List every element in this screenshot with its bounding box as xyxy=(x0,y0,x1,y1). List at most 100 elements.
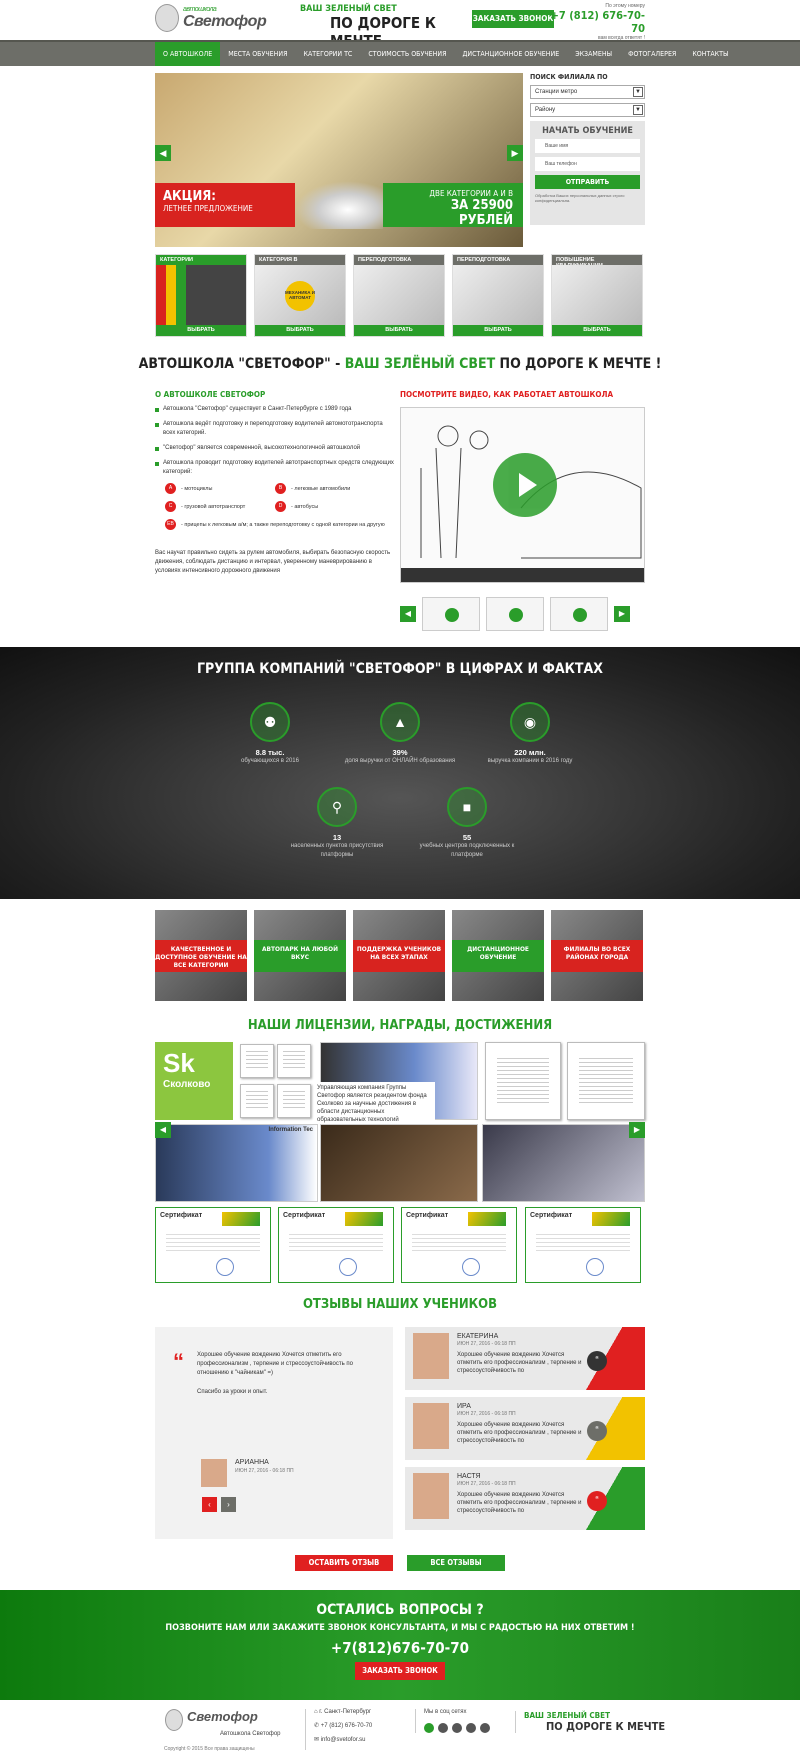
license-doc[interactable] xyxy=(240,1044,274,1078)
callout-phone[interactable]: +7(812)676-70-70 xyxy=(0,1639,800,1657)
phone-block: По этому номеру +7 (812) 676-70-70 вам в… xyxy=(545,3,645,41)
qualification-image xyxy=(552,265,642,325)
name-field[interactable]: Ваше имя xyxy=(535,139,640,153)
feature-tile[interactable]: ФИЛИАЛЫ ВО ВСЕХ РАЙОНАХ ГОРОДА xyxy=(551,910,643,1001)
video-controls[interactable] xyxy=(401,568,644,582)
offer-banner: ДВЕ КАТЕГОРИИ А И В ЗА 25900 РУБЛЕЙ xyxy=(383,183,523,228)
next-arrow-icon[interactable]: › xyxy=(221,1497,236,1512)
stat-value: 13 xyxy=(332,833,342,842)
card-title: ПЕРЕПОДГОТОВКА xyxy=(453,255,543,265)
choose-button[interactable]: ВЫБРАТЬ xyxy=(453,325,543,336)
next-arrow-icon[interactable]: ▶ xyxy=(614,606,630,622)
phone-field[interactable]: Ваш телефон xyxy=(535,157,640,171)
social-icon[interactable] xyxy=(438,1723,448,1733)
classroom-photo[interactable] xyxy=(482,1124,645,1202)
callout-call-button[interactable]: ЗАКАЗАТЬ ЗВОНОК xyxy=(355,1662,445,1680)
play-icon[interactable] xyxy=(493,453,557,517)
district-select[interactable]: Району ▼ xyxy=(530,103,645,117)
social-icon[interactable] xyxy=(466,1723,476,1733)
certificate[interactable]: Сертификат xyxy=(278,1207,394,1283)
nav-item-exams[interactable]: ЭКЗАМЕНЫ xyxy=(567,42,620,66)
send-button[interactable]: ОТПРАВИТЬ xyxy=(535,175,640,189)
stat-desc: доля выручки от ОНЛАЙН образования xyxy=(344,758,456,764)
review-card[interactable]: ЕКАТЕРИНА ИЮН 27, 2016 - 06:18 ПП Хороше… xyxy=(405,1327,645,1390)
social-icon[interactable] xyxy=(480,1723,490,1733)
certificate[interactable]: Сертификат xyxy=(525,1207,641,1283)
social-title: Мы в соц сетях xyxy=(424,1709,467,1715)
social-icon[interactable] xyxy=(424,1723,434,1733)
social-icon[interactable] xyxy=(452,1723,462,1733)
footer-slogan-bottom: ПО ДОРОГЕ К МЕЧТЕ xyxy=(546,1720,666,1733)
prev-arrow-icon[interactable]: ◀ xyxy=(400,606,416,622)
footer-city: ⌂ г. Санкт-Петербург xyxy=(314,1709,405,1715)
footer-phone[interactable]: ✆ +7 (812) 676-70-70 xyxy=(314,1722,405,1729)
feature-label: КАЧЕСТВЕННОЕ И ДОСТУПНОЕ ОБУЧЕНИЕ НА ВСЕ… xyxy=(155,940,247,972)
nav-item-locations[interactable]: МЕСТА ОБУЧЕНИЯ xyxy=(220,42,295,66)
stat-desc: обучающихся в 2016 xyxy=(241,758,299,764)
logo[interactable]: автошкола Светофор xyxy=(155,4,300,36)
hero-next-arrow-icon[interactable]: ▶ xyxy=(507,145,523,161)
nav-item-categories[interactable]: КАТЕГОРИИ ТС xyxy=(295,42,360,66)
license-doc[interactable] xyxy=(277,1084,311,1118)
stripe-icon xyxy=(345,1212,383,1226)
growth-chart-icon: ▲ xyxy=(380,702,420,742)
category-card[interactable]: КАТЕГОРИИ ВЫБРАТЬ xyxy=(155,254,247,337)
choose-button[interactable]: ВЫБРАТЬ xyxy=(156,325,246,336)
nav-item-contacts[interactable]: КОНТАКТЫ xyxy=(684,42,736,66)
feature-tile[interactable]: АВТОПАРК НА ЛЮБОЙ ВКУС xyxy=(254,910,346,1001)
feature-tile[interactable]: ПОДДЕРЖКА УЧЕНИКОВ НА ВСЕХ ЭТАПАХ xyxy=(353,910,445,1001)
feature-tile[interactable]: ДИСТАНЦИОННОЕ ОБУЧЕНИЕ xyxy=(452,910,544,1001)
license-doc[interactable] xyxy=(277,1044,311,1078)
next-arrow-icon[interactable]: ▶ xyxy=(629,1122,645,1138)
review-card[interactable]: НАСТЯ ИЮН 27, 2016 - 06:18 ПП Хорошее об… xyxy=(405,1467,645,1530)
stripe-icon xyxy=(592,1212,630,1226)
callout-title: ОСТАЛИСЬ ВОПРОСЫ ? xyxy=(316,1602,484,1618)
prev-arrow-icon[interactable]: ‹ xyxy=(202,1497,217,1512)
category-card[interactable]: КАТЕГОРИЯ В МЕХАНИКА И АВТОМАТ ВЫБРАТЬ xyxy=(254,254,346,337)
title-part: ПО ДОРОГЕ К МЕЧТЕ ! xyxy=(495,356,662,372)
video-player[interactable] xyxy=(400,407,645,583)
call-order-button[interactable]: ЗАКАЗАТЬ ЗВОНОК xyxy=(472,10,554,28)
logo-small-text: автошкола xyxy=(183,6,217,13)
presentation-photo[interactable]: Information Tec xyxy=(155,1124,318,1202)
choose-button[interactable]: ВЫБРАТЬ xyxy=(354,325,444,336)
license-category: EB - прицепы к легковым а/м; а также пере… xyxy=(165,519,385,530)
footer-email[interactable]: ✉ info@svetofor.su xyxy=(314,1736,405,1743)
category-code: D xyxy=(275,501,286,512)
category-card[interactable]: ПЕРЕПОДГОТОВКА ВЫБРАТЬ xyxy=(452,254,544,337)
video-thumbnail[interactable] xyxy=(550,597,608,631)
feature-tile[interactable]: КАЧЕСТВЕННОЕ И ДОСТУПНОЕ ОБУЧЕНИЕ НА ВСЕ… xyxy=(155,910,247,1001)
video-thumbnails: ◀ ▶ xyxy=(400,597,645,631)
certificate[interactable]: Сертификат xyxy=(155,1207,271,1283)
event-photo[interactable] xyxy=(320,1124,478,1202)
category-card[interactable]: ПОВЫШЕНИЕ КВАЛИФИКАЦИИ ВЫБРАТЬ xyxy=(551,254,643,337)
category-card[interactable]: ПЕРЕПОДГОТОВКА ВЫБРАТЬ xyxy=(353,254,445,337)
license-doc[interactable] xyxy=(485,1042,561,1120)
card-title: ПЕРЕПОДГОТОВКА xyxy=(354,255,444,265)
nav-item-gallery[interactable]: ФОТОГАЛЕРЕЯ xyxy=(620,42,684,66)
hero-prev-arrow-icon[interactable]: ◀ xyxy=(155,145,171,161)
license-doc[interactable] xyxy=(567,1042,645,1120)
choose-button[interactable]: ВЫБРАТЬ xyxy=(552,325,642,336)
license-doc[interactable] xyxy=(240,1084,274,1118)
choose-button[interactable]: ВЫБРАТЬ xyxy=(255,325,345,336)
video-thumbnail[interactable] xyxy=(422,597,480,631)
footer-email-text: info@svetofor.su xyxy=(320,1737,366,1743)
leave-review-button[interactable]: ОСТАВИТЬ ОТЗЫВ xyxy=(295,1555,393,1571)
video-thumbnail[interactable] xyxy=(486,597,544,631)
metro-select[interactable]: Станции метро ▼ xyxy=(530,85,645,99)
quote-icon: “ xyxy=(587,1421,607,1441)
phone-number[interactable]: +7 (812) 676-70-70 xyxy=(545,9,645,35)
review-card[interactable]: ИРА ИЮН 27, 2016 - 06:18 ПП Хорошее обуч… xyxy=(405,1397,645,1460)
nav-item-about[interactable]: О АВТОШКОЛЕ xyxy=(155,42,221,66)
footer-logo-text: Светофор xyxy=(187,1709,258,1724)
branch-search-title: ПОИСК ФИЛИАЛА ПО xyxy=(530,73,608,81)
questions-callout: ОСТАЛИСЬ ВОПРОСЫ ? ПОЗВОНИТЕ НАМ ИЛИ ЗАК… xyxy=(0,1590,800,1700)
callout-subtitle: ПОЗВОНИТЕ НАМ ИЛИ ЗАКАЖИТЕ ЗВОНОК КОНСУЛ… xyxy=(165,1623,635,1633)
nav-item-distance[interactable]: ДИСТАНЦИОННОЕ ОБУЧЕНИЕ xyxy=(454,42,567,66)
certificate[interactable]: Сертификат xyxy=(401,1207,517,1283)
prev-arrow-icon[interactable]: ◀ xyxy=(155,1122,171,1138)
nav-item-prices[interactable]: СТОИМОСТЬ ОБУЧЕНИЯ xyxy=(360,42,454,66)
category-text: - автобусы xyxy=(291,503,319,510)
all-reviews-button[interactable]: ВСЕ ОТЗЫВЫ xyxy=(407,1555,505,1571)
